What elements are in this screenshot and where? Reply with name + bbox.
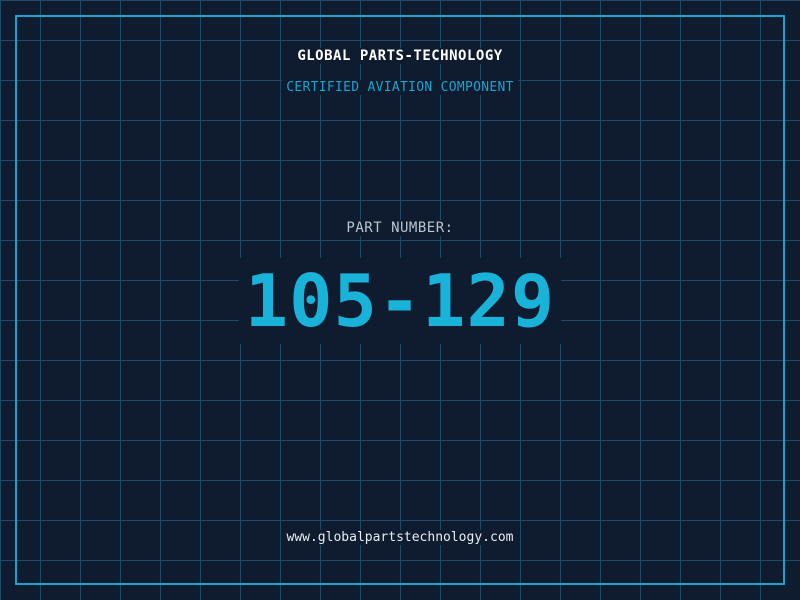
company-name: GLOBAL PARTS-TECHNOLOGY	[0, 48, 800, 64]
part-number-label: PART NUMBER:	[0, 220, 800, 236]
website-url-text: www.globalpartstechnology.com	[282, 530, 518, 545]
certification-subtitle: CERTIFIED AVIATION COMPONENT	[0, 80, 800, 95]
part-number-container: 105-129	[0, 258, 800, 344]
website-url: www.globalpartstechnology.com	[0, 530, 800, 545]
company-name-text: GLOBAL PARTS-TECHNOLOGY	[293, 48, 507, 64]
part-number-label-text: PART NUMBER:	[342, 220, 458, 236]
part-number-value: 105-129	[238, 258, 562, 344]
certification-subtitle-text: CERTIFIED AVIATION COMPONENT	[282, 80, 518, 95]
